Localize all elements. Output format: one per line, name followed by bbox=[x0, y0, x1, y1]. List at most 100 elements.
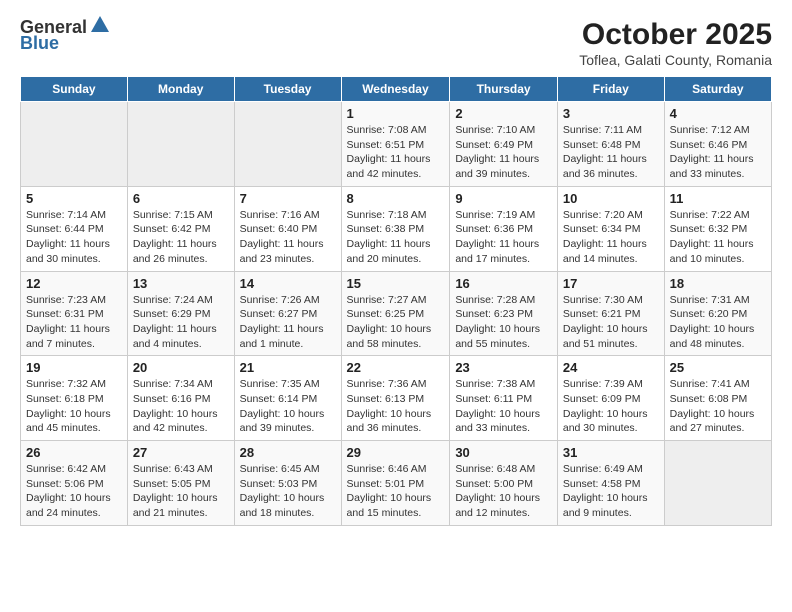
week-row-1: 5 Sunrise: 7:14 AM Sunset: 6:44 PM Daylig… bbox=[21, 186, 772, 271]
day-info: Sunrise: 7:14 AM Sunset: 6:44 PM Dayligh… bbox=[26, 208, 122, 267]
day-cell: 14 Sunrise: 7:26 AM Sunset: 6:27 PM Dayli… bbox=[234, 271, 341, 356]
day-cell: 4Sunrise: 7:12 AM Sunset: 6:46 PM Daylig… bbox=[664, 102, 771, 187]
day-info: Sunrise: 6:48 AM Sunset: 5:00 PM Dayligh… bbox=[455, 462, 552, 521]
day-number: 31 bbox=[563, 445, 659, 460]
day-number: 6 bbox=[133, 191, 229, 206]
day-number: 22 bbox=[347, 360, 445, 375]
day-cell: 23 Sunrise: 7:38 AM Sunset: 6:11 PM Dayli… bbox=[450, 356, 558, 441]
day-info: Sunrise: 7:35 AM Sunset: 6:14 PM Dayligh… bbox=[240, 377, 336, 436]
day-number: 24 bbox=[563, 360, 659, 375]
day-cell: 2 Sunrise: 7:10 AM Sunset: 6:49 PM Daylig… bbox=[450, 102, 558, 187]
day-cell: 30 Sunrise: 6:48 AM Sunset: 5:00 PM Dayli… bbox=[450, 441, 558, 526]
day-number: 19 bbox=[26, 360, 122, 375]
day-number: 15 bbox=[347, 276, 445, 291]
day-number: 4 bbox=[670, 106, 766, 121]
day-cell bbox=[234, 102, 341, 187]
day-cell: 1 Sunrise: 7:08 AM Sunset: 6:51 PM Daylig… bbox=[341, 102, 450, 187]
day-info: Sunrise: 7:32 AM Sunset: 6:18 PM Dayligh… bbox=[26, 377, 122, 436]
day-info: Sunrise: 6:45 AM Sunset: 5:03 PM Dayligh… bbox=[240, 462, 336, 521]
day-header-tuesday: Tuesday bbox=[234, 77, 341, 102]
day-info: Sunrise: 7:08 AM Sunset: 6:51 PM Dayligh… bbox=[347, 123, 445, 182]
day-header-sunday: Sunday bbox=[21, 77, 128, 102]
header: General Blue October 2025 Toflea, Galati… bbox=[20, 18, 772, 68]
day-cell: 12 Sunrise: 7:23 AM Sunset: 6:31 PM Dayli… bbox=[21, 271, 128, 356]
day-cell: 3 Sunrise: 7:11 AM Sunset: 6:48 PM Daylig… bbox=[557, 102, 664, 187]
day-number: 8 bbox=[347, 191, 445, 206]
day-cell: 20Sunrise: 7:34 AM Sunset: 6:16 PM Dayli… bbox=[127, 356, 234, 441]
day-number: 29 bbox=[347, 445, 445, 460]
day-cell: 13 Sunrise: 7:24 AM Sunset: 6:29 PM Dayli… bbox=[127, 271, 234, 356]
day-info: Sunrise: 7:34 AM Sunset: 6:16 PM Dayligh… bbox=[133, 377, 229, 436]
calendar-body: 1 Sunrise: 7:08 AM Sunset: 6:51 PM Daylig… bbox=[21, 102, 772, 526]
day-info: Sunrise: 7:23 AM Sunset: 6:31 PM Dayligh… bbox=[26, 293, 122, 352]
day-number: 26 bbox=[26, 445, 122, 460]
day-info: Sunrise: 7:16 AM Sunset: 6:40 PM Dayligh… bbox=[240, 208, 336, 267]
day-info: Sunrise: 7:20 AM Sunset: 6:34 PM Dayligh… bbox=[563, 208, 659, 267]
day-number: 5 bbox=[26, 191, 122, 206]
day-cell: 27 Sunrise: 6:43 AM Sunset: 5:05 PM Dayli… bbox=[127, 441, 234, 526]
day-number: 12 bbox=[26, 276, 122, 291]
day-info: Sunrise: 7:24 AM Sunset: 6:29 PM Dayligh… bbox=[133, 293, 229, 352]
day-info: Sunrise: 7:30 AM Sunset: 6:21 PM Dayligh… bbox=[563, 293, 659, 352]
day-number: 2 bbox=[455, 106, 552, 121]
day-cell: 15 Sunrise: 7:27 AM Sunset: 6:25 PM Dayli… bbox=[341, 271, 450, 356]
day-cell bbox=[127, 102, 234, 187]
day-info: Sunrise: 7:22 AM Sunset: 6:32 PM Dayligh… bbox=[670, 208, 766, 267]
day-cell: 29 Sunrise: 6:46 AM Sunset: 5:01 PM Dayli… bbox=[341, 441, 450, 526]
day-cell: 6Sunrise: 7:15 AM Sunset: 6:42 PM Daylig… bbox=[127, 186, 234, 271]
day-cell: 25 Sunrise: 7:41 AM Sunset: 6:08 PM Dayli… bbox=[664, 356, 771, 441]
day-number: 16 bbox=[455, 276, 552, 291]
day-number: 10 bbox=[563, 191, 659, 206]
calendar-title: October 2025 bbox=[579, 18, 772, 52]
day-number: 30 bbox=[455, 445, 552, 460]
day-cell: 18Sunrise: 7:31 AM Sunset: 6:20 PM Dayli… bbox=[664, 271, 771, 356]
day-cell: 26 Sunrise: 6:42 AM Sunset: 5:06 PM Dayli… bbox=[21, 441, 128, 526]
day-cell: 28 Sunrise: 6:45 AM Sunset: 5:03 PM Dayli… bbox=[234, 441, 341, 526]
calendar-subtitle: Toflea, Galati County, Romania bbox=[579, 52, 772, 68]
day-cell: 9 Sunrise: 7:19 AM Sunset: 6:36 PM Daylig… bbox=[450, 186, 558, 271]
day-info: Sunrise: 7:18 AM Sunset: 6:38 PM Dayligh… bbox=[347, 208, 445, 267]
week-row-3: 19 Sunrise: 7:32 AM Sunset: 6:18 PM Dayli… bbox=[21, 356, 772, 441]
day-cell: 11 Sunrise: 7:22 AM Sunset: 6:32 PM Dayli… bbox=[664, 186, 771, 271]
day-info: Sunrise: 7:27 AM Sunset: 6:25 PM Dayligh… bbox=[347, 293, 445, 352]
calendar-header: SundayMondayTuesdayWednesdayThursdayFrid… bbox=[21, 77, 772, 102]
day-number: 27 bbox=[133, 445, 229, 460]
day-cell: 16Sunrise: 7:28 AM Sunset: 6:23 PM Dayli… bbox=[450, 271, 558, 356]
week-row-2: 12 Sunrise: 7:23 AM Sunset: 6:31 PM Dayli… bbox=[21, 271, 772, 356]
day-info: Sunrise: 7:11 AM Sunset: 6:48 PM Dayligh… bbox=[563, 123, 659, 182]
day-info: Sunrise: 6:42 AM Sunset: 5:06 PM Dayligh… bbox=[26, 462, 122, 521]
day-cell: 7 Sunrise: 7:16 AM Sunset: 6:40 PM Daylig… bbox=[234, 186, 341, 271]
logo-icon bbox=[89, 14, 111, 36]
week-row-4: 26 Sunrise: 6:42 AM Sunset: 5:06 PM Dayli… bbox=[21, 441, 772, 526]
day-info: Sunrise: 7:26 AM Sunset: 6:27 PM Dayligh… bbox=[240, 293, 336, 352]
day-info: Sunrise: 7:39 AM Sunset: 6:09 PM Dayligh… bbox=[563, 377, 659, 436]
day-info: Sunrise: 7:38 AM Sunset: 6:11 PM Dayligh… bbox=[455, 377, 552, 436]
day-number: 11 bbox=[670, 191, 766, 206]
day-cell bbox=[664, 441, 771, 526]
logo: General Blue bbox=[20, 18, 111, 54]
day-number: 18 bbox=[670, 276, 766, 291]
day-info: Sunrise: 6:46 AM Sunset: 5:01 PM Dayligh… bbox=[347, 462, 445, 521]
day-info: Sunrise: 7:10 AM Sunset: 6:49 PM Dayligh… bbox=[455, 123, 552, 182]
day-number: 3 bbox=[563, 106, 659, 121]
day-info: Sunrise: 7:41 AM Sunset: 6:08 PM Dayligh… bbox=[670, 377, 766, 436]
day-number: 25 bbox=[670, 360, 766, 375]
day-cell: 8 Sunrise: 7:18 AM Sunset: 6:38 PM Daylig… bbox=[341, 186, 450, 271]
day-number: 1 bbox=[347, 106, 445, 121]
days-header-row: SundayMondayTuesdayWednesdayThursdayFrid… bbox=[21, 77, 772, 102]
day-cell bbox=[21, 102, 128, 187]
day-cell: 24 Sunrise: 7:39 AM Sunset: 6:09 PM Dayli… bbox=[557, 356, 664, 441]
day-number: 23 bbox=[455, 360, 552, 375]
day-cell: 19 Sunrise: 7:32 AM Sunset: 6:18 PM Dayli… bbox=[21, 356, 128, 441]
day-number: 7 bbox=[240, 191, 336, 206]
day-number: 9 bbox=[455, 191, 552, 206]
day-header-wednesday: Wednesday bbox=[341, 77, 450, 102]
day-number: 28 bbox=[240, 445, 336, 460]
day-info: Sunrise: 6:43 AM Sunset: 5:05 PM Dayligh… bbox=[133, 462, 229, 521]
day-cell: 31Sunrise: 6:49 AM Sunset: 4:58 PM Dayli… bbox=[557, 441, 664, 526]
day-header-monday: Monday bbox=[127, 77, 234, 102]
day-header-saturday: Saturday bbox=[664, 77, 771, 102]
day-number: 13 bbox=[133, 276, 229, 291]
day-number: 14 bbox=[240, 276, 336, 291]
day-info: Sunrise: 7:19 AM Sunset: 6:36 PM Dayligh… bbox=[455, 208, 552, 267]
